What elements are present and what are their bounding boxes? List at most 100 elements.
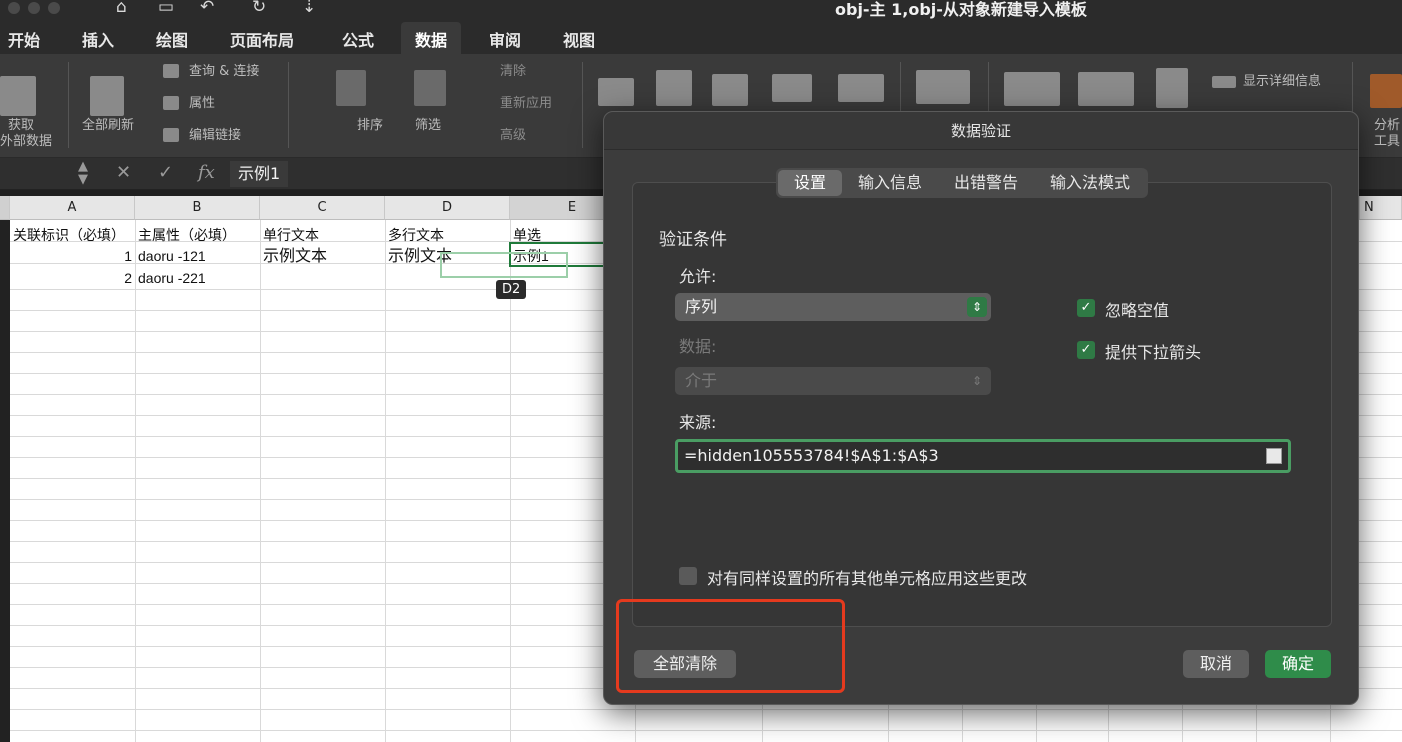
analysis-tools-icon[interactable] xyxy=(1370,74,1402,108)
undo-icon[interactable]: ↶ xyxy=(200,0,214,17)
analysis-tools-label-2[interactable]: 工具 xyxy=(1374,134,1400,150)
zoom-window-icon[interactable] xyxy=(48,2,60,14)
confirm-entry-icon[interactable]: ✓ xyxy=(158,162,173,183)
cell-a3[interactable]: 2 xyxy=(10,268,135,289)
ignore-blank-label[interactable]: 忽略空值 xyxy=(1105,297,1169,321)
fill-preview-box xyxy=(440,252,568,278)
get-data-icon[interactable] xyxy=(0,76,36,116)
filter-button[interactable]: 筛选 xyxy=(415,118,441,134)
in-cell-dropdown-checkbox[interactable]: ✓ xyxy=(1077,341,1095,359)
cell-b3[interactable]: daoru -221 xyxy=(135,268,260,289)
data-select[interactable]: 介于 ⇕ xyxy=(675,367,991,395)
get-data-label-1: 获取 xyxy=(8,118,35,133)
flash-fill-icon[interactable] xyxy=(656,70,692,106)
apply-to-all-checkbox[interactable] xyxy=(679,567,697,585)
insert-function-icon[interactable]: fx xyxy=(198,162,215,183)
select-arrows-icon: ⇕ xyxy=(971,374,983,388)
query-connect-button[interactable]: 查询 & 连接 xyxy=(189,64,259,80)
cancel-entry-icon[interactable]: ✕ xyxy=(116,162,131,183)
what-if-icon[interactable] xyxy=(916,70,970,104)
annotation-highlight-box xyxy=(616,599,845,693)
cell-c2[interactable]: 示例文本 xyxy=(260,246,385,267)
in-cell-dropdown-label[interactable]: 提供下拉箭头 xyxy=(1105,339,1201,363)
analysis-tools-label-1[interactable]: 分析 xyxy=(1374,118,1400,134)
dialog-tabs: 设置 输入信息 出错警告 输入法模式 xyxy=(776,168,1149,198)
tab-input-message[interactable]: 输入信息 xyxy=(842,170,938,196)
tab-insert[interactable]: 插入 xyxy=(82,27,114,51)
tab-error-alert[interactable]: 出错警告 xyxy=(938,170,1034,196)
ribbon-separator xyxy=(582,62,583,148)
tab-view[interactable]: 视图 xyxy=(563,27,595,51)
tab-page-layout[interactable]: 页面布局 xyxy=(230,27,294,51)
formula-input[interactable]: 示例1 xyxy=(230,161,289,187)
ribbon-separator xyxy=(288,62,289,148)
cell-a2[interactable]: 1 xyxy=(10,246,135,267)
select-arrows-icon: ⇕ xyxy=(967,297,987,317)
column-header-n[interactable]: N xyxy=(1360,196,1402,220)
cell-d1[interactable]: 多行文本 xyxy=(385,225,510,246)
cell-c1[interactable]: 单行文本 xyxy=(260,225,385,246)
column-header-a[interactable]: A xyxy=(10,196,135,220)
tab-settings[interactable]: 设置 xyxy=(778,170,843,196)
ungroup-icon[interactable] xyxy=(1078,72,1134,106)
tab-review[interactable]: 审阅 xyxy=(489,27,521,51)
tab-data[interactable]: 数据 xyxy=(401,22,462,54)
group-icon[interactable] xyxy=(1004,72,1060,106)
source-input-value: =hidden105553784!$A$1:$A$3 xyxy=(684,446,939,465)
redo-icon[interactable]: ↻ xyxy=(252,0,266,17)
allow-select-value: 序列 xyxy=(685,297,718,316)
subtotal-icon[interactable] xyxy=(1156,68,1188,108)
excel-window: ⌂ ▭ ↶ ↻ ⇣ obj-主 1,obj-从对象新建导入模板 开始 插入 绘图… xyxy=(0,0,1402,742)
tab-ime-mode[interactable]: 输入法模式 xyxy=(1034,170,1146,196)
cell-b2[interactable]: daoru -121 xyxy=(135,246,260,267)
save-icon[interactable]: ▭ xyxy=(158,0,174,17)
text-to-columns-icon[interactable] xyxy=(598,78,634,106)
customize-toolbar-icon[interactable]: ⇣ xyxy=(302,0,316,17)
column-header-c[interactable]: C xyxy=(260,196,385,220)
apply-to-all-label[interactable]: 对有同样设置的所有其他单元格应用这些更改 xyxy=(707,565,1027,589)
reapply-button[interactable]: 重新应用 xyxy=(500,96,552,112)
cell-b1[interactable]: 主属性（必填） xyxy=(135,225,260,246)
grid-line xyxy=(385,220,386,742)
ok-button[interactable]: 确定 xyxy=(1265,650,1331,678)
validation-criteria-heading: 验证条件 xyxy=(659,230,727,250)
properties-icon xyxy=(163,96,179,110)
refresh-all-icon[interactable] xyxy=(90,76,124,116)
source-label: 来源: xyxy=(679,413,717,432)
source-input[interactable]: =hidden105553784!$A$1:$A$3 xyxy=(675,439,1291,473)
edit-links-button[interactable]: 编辑链接 xyxy=(189,128,241,144)
tab-home[interactable]: 开始 xyxy=(8,27,40,51)
refresh-all-label[interactable]: 全部刷新 xyxy=(82,118,134,134)
data-label: 数据: xyxy=(679,337,717,356)
query-connect-icon xyxy=(163,64,179,78)
tab-draw[interactable]: 绘图 xyxy=(156,27,188,51)
home-icon[interactable]: ⌂ xyxy=(116,0,127,17)
select-all-corner[interactable] xyxy=(0,196,10,220)
filter-icon[interactable] xyxy=(414,70,446,106)
properties-button[interactable]: 属性 xyxy=(189,96,215,112)
grid-line xyxy=(260,220,261,742)
clear-button[interactable]: 清除 xyxy=(500,64,526,80)
cell-a1[interactable]: 关联标识（必填） xyxy=(10,225,135,246)
tab-formulas[interactable]: 公式 xyxy=(342,27,374,51)
sort-icon[interactable] xyxy=(336,70,366,106)
edit-links-icon xyxy=(163,128,179,142)
cancel-button[interactable]: 取消 xyxy=(1183,650,1249,678)
data-validation-icon[interactable] xyxy=(772,74,812,102)
range-picker-icon[interactable] xyxy=(1266,448,1282,464)
advanced-button[interactable]: 高级 xyxy=(500,128,526,144)
consolidate-icon[interactable] xyxy=(838,74,884,102)
cell-reference-tooltip: D2 xyxy=(496,280,527,299)
get-data-label-2: 外部数据 xyxy=(0,134,53,149)
ignore-blank-checkbox[interactable]: ✓ xyxy=(1077,299,1095,317)
sort-button[interactable]: 排序 xyxy=(357,118,383,134)
row-headers[interactable] xyxy=(0,220,10,742)
column-header-b[interactable]: B xyxy=(135,196,260,220)
close-window-icon[interactable] xyxy=(8,2,20,14)
column-header-d[interactable]: D xyxy=(385,196,510,220)
minimize-window-icon[interactable] xyxy=(28,2,40,14)
remove-duplicates-icon[interactable] xyxy=(712,74,748,106)
name-box-stepper-icon[interactable]: ▲ ▼ xyxy=(78,160,88,186)
allow-select[interactable]: 序列 ⇕ xyxy=(675,293,991,321)
show-detail-button[interactable]: 显示详细信息 xyxy=(1243,74,1321,90)
